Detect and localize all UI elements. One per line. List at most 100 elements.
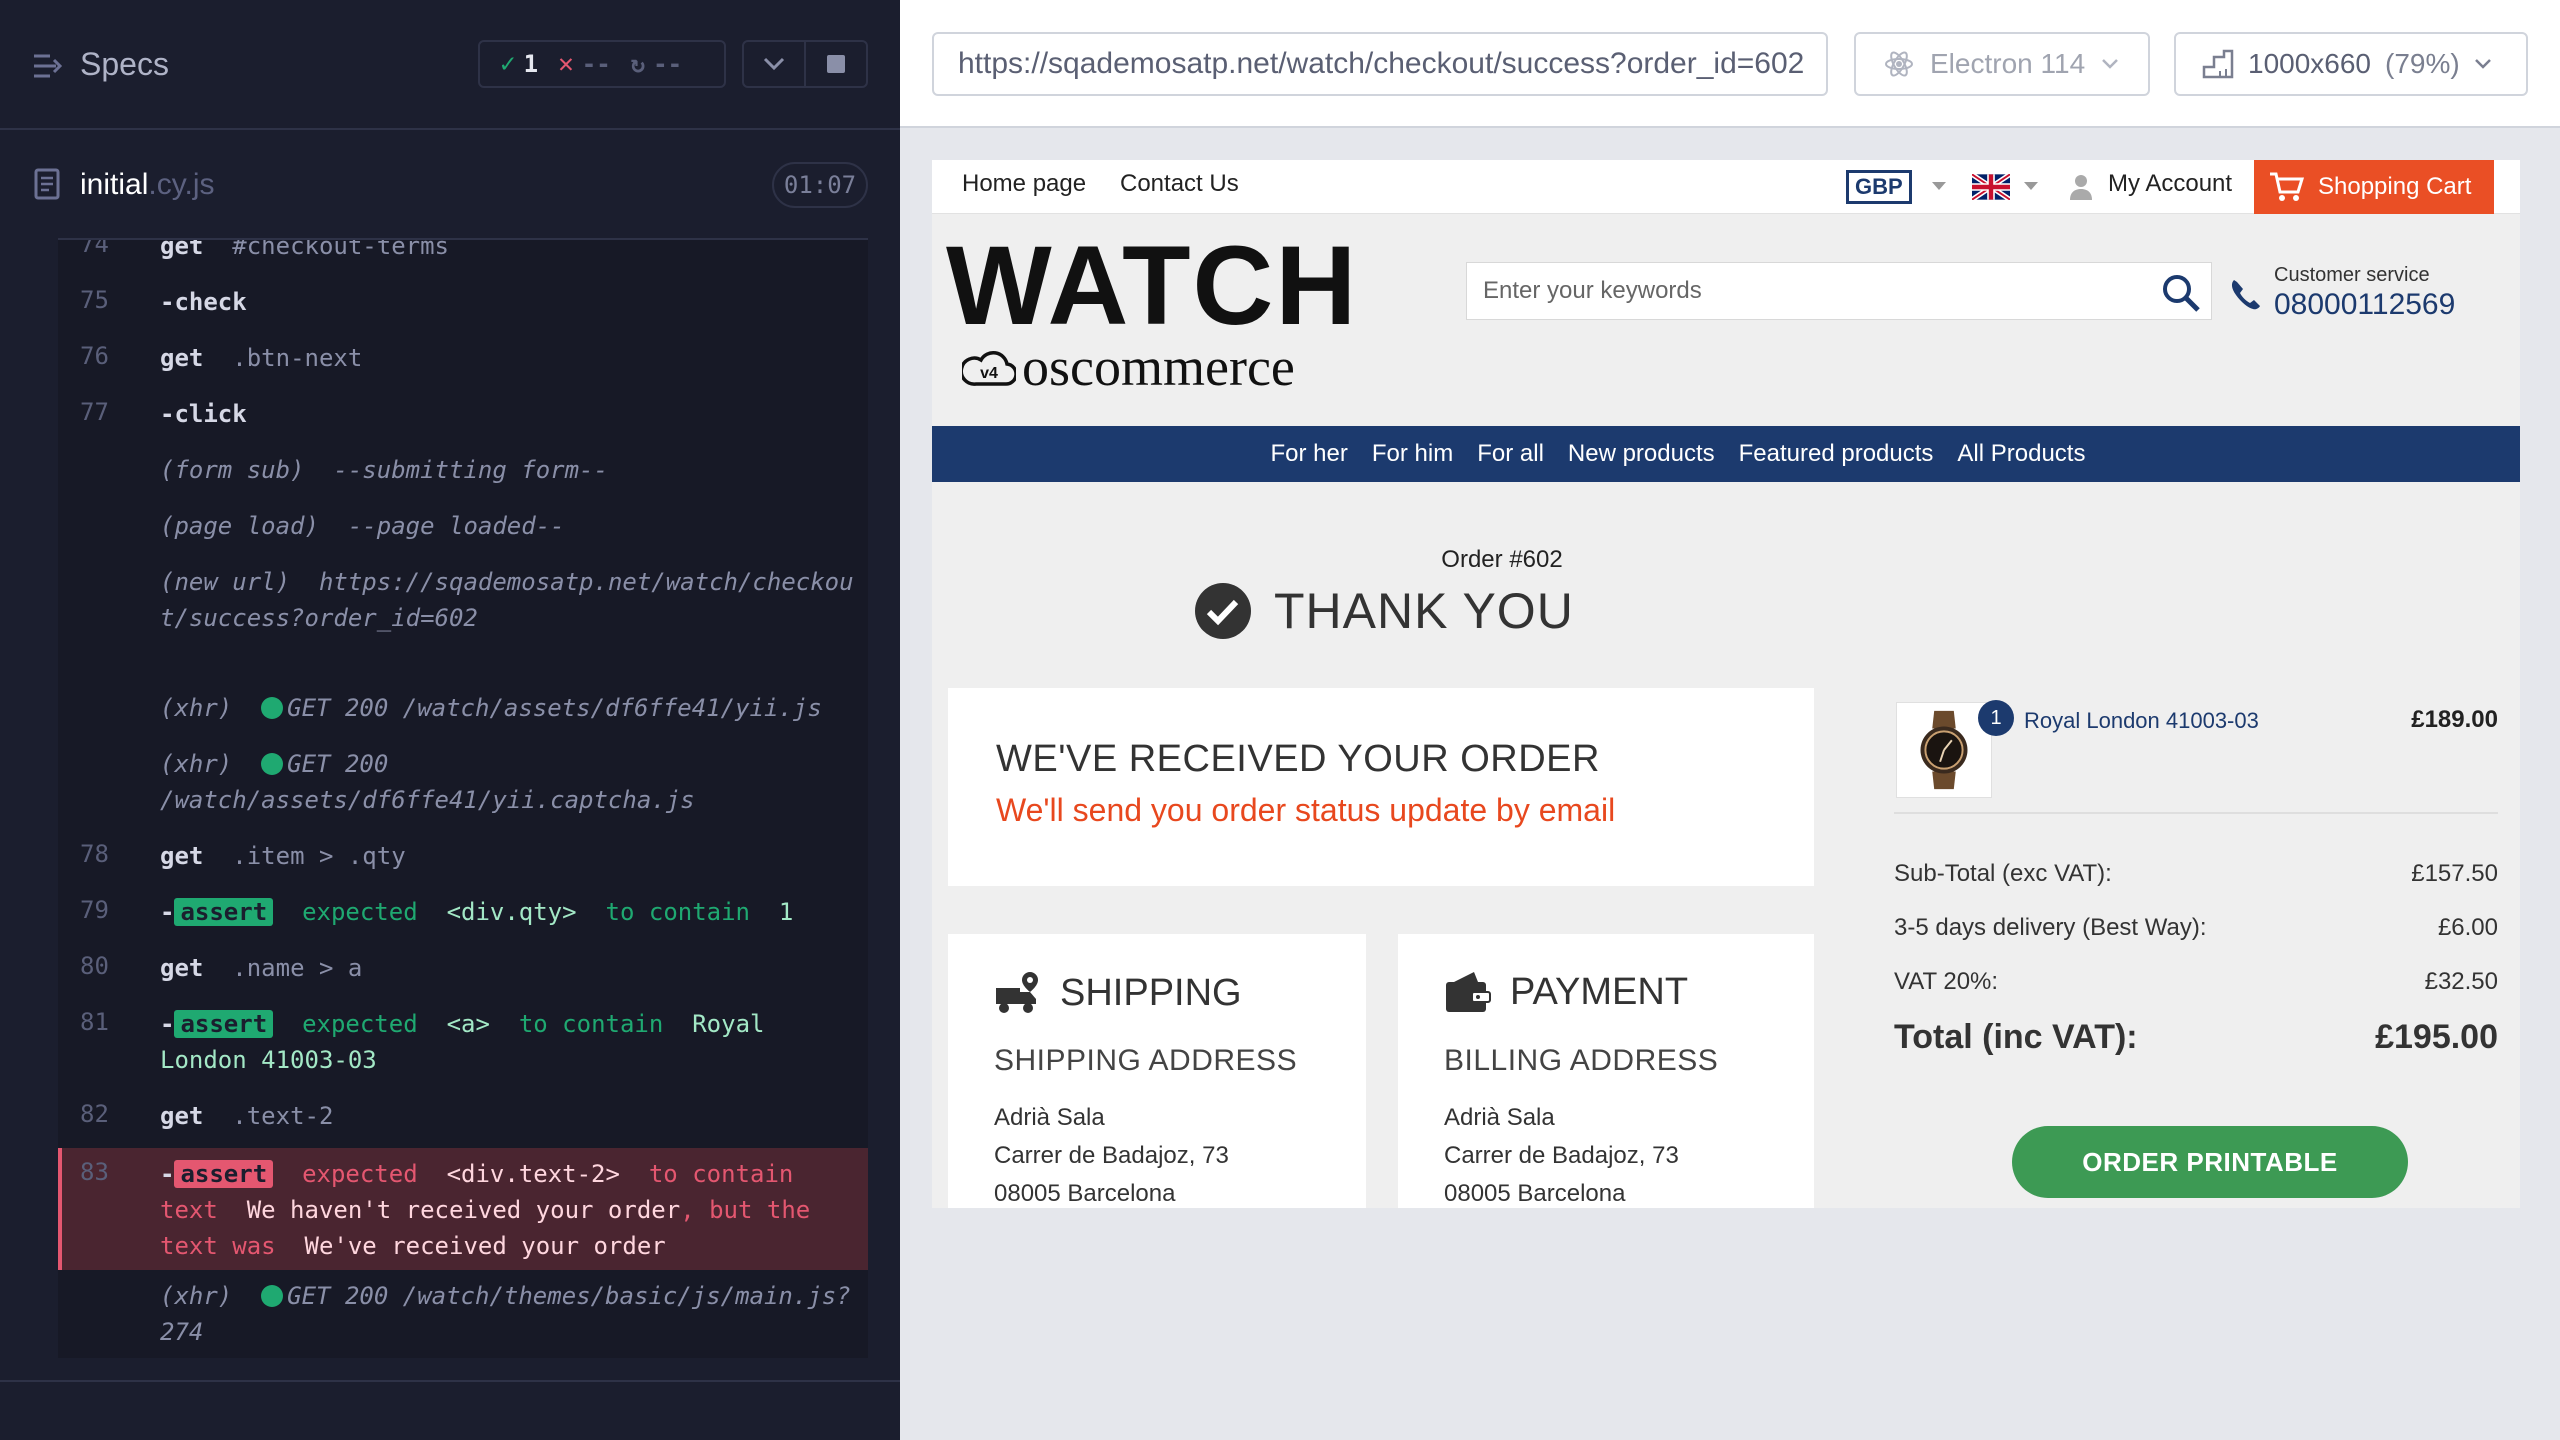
shipping-card: SHIPPING SHIPPING ADDRESS Adrià Sala Car… — [948, 934, 1366, 1208]
total-value: £195.00 — [2375, 1018, 2498, 1056]
status-dot-icon — [261, 1285, 284, 1307]
passed-stat: ✓ 1 — [500, 49, 538, 79]
stop-button[interactable] — [804, 42, 866, 86]
command-number: 80 — [80, 952, 109, 980]
spec-file-name: initial.cy.js — [80, 168, 214, 202]
assert-value: 1 — [778, 898, 794, 926]
assert-subject: <div.qty> — [446, 898, 577, 926]
summary-value: £6.00 — [2437, 914, 2498, 941]
chevron-down-icon — [2102, 59, 2119, 69]
specs-title[interactable]: Specs — [80, 46, 169, 83]
browser-name: Electron 114 — [1930, 48, 2086, 79]
uk-flag-icon[interactable] — [1972, 174, 2010, 200]
customer-service-phone[interactable]: 08000112569 — [2274, 288, 2455, 322]
billing-name: Adrià Sala — [1444, 1104, 1555, 1131]
command-row[interactable]: 82 get .text-2 — [58, 1100, 868, 1140]
command-number: 82 — [80, 1100, 109, 1128]
assert-subject: <a> — [446, 1010, 490, 1038]
logo-subtext: oscommerce — [1022, 337, 1295, 397]
xhr-row[interactable]: (xhr) GET 200 /watch/assets/df6ffe41/yii… — [58, 748, 868, 824]
specs-menu-icon[interactable] — [32, 52, 62, 80]
chevron-down-icon — [2024, 182, 2038, 190]
event-row[interactable]: (new url) https://sqademosatp.net/watch/… — [58, 566, 868, 676]
command-name: get — [160, 954, 204, 982]
assert-row[interactable]: 81 - assert expected <a> to contain Royal… — [58, 1008, 868, 1084]
thank-you-heading: THANK YOU — [1194, 578, 1574, 644]
xhr-row[interactable]: (xhr) GET 200 /watch/themes/basic/js/mai… — [58, 1280, 868, 1356]
command-row[interactable]: 77 -click — [58, 398, 868, 438]
menu-item-for-all[interactable]: For all — [1477, 440, 1544, 468]
currency-selector[interactable]: GBP — [1846, 170, 1912, 204]
failed-assert-row[interactable]: 83 - assert expected <div.text-2> to cont… — [58, 1148, 868, 1270]
command-row[interactable]: 75 -check — [58, 286, 868, 326]
failed-stat: ✕ -- — [558, 49, 611, 79]
menu-item-for-him[interactable]: For him — [1372, 440, 1453, 468]
shipping-city: 08005 Barcelona — [994, 1180, 1176, 1207]
chevron-down-icon — [763, 57, 785, 71]
assert-text: expected — [302, 898, 418, 926]
order-printable-button[interactable]: ORDER PRINTABLE — [2012, 1126, 2408, 1198]
assert-actual: We've received your order — [304, 1232, 666, 1260]
command-name: get — [160, 842, 204, 870]
home-page-link[interactable]: Home page — [962, 170, 1086, 198]
command-name: -click — [160, 400, 247, 428]
command-row[interactable]: 80 get .name > a — [58, 952, 868, 992]
command-name: -check — [160, 288, 247, 316]
assert-text: to contain — [518, 1010, 664, 1038]
command-row[interactable]: 74 get #checkout-terms — [58, 238, 868, 270]
shopping-cart-button[interactable]: Shopping Cart — [2254, 160, 2494, 214]
command-name: get — [160, 1102, 204, 1130]
command-row[interactable]: 76 get .btn-next — [58, 342, 868, 382]
command-number: 76 — [80, 342, 109, 370]
assert-expected: We haven't received your order — [246, 1196, 681, 1224]
event-row[interactable]: (page load) --page loaded-- — [58, 510, 868, 550]
assert-row[interactable]: 79 - assert expected <div.qty> to contain… — [58, 896, 868, 936]
menu-item-all-products[interactable]: All Products — [1957, 440, 2085, 468]
passed-count: 1 — [523, 50, 539, 78]
collapse-button[interactable] — [744, 42, 804, 86]
command-name: get — [160, 344, 204, 372]
viewport-selector[interactable]: 1000x660 (79%) — [2174, 32, 2528, 96]
billing-street: Carrer de Badajoz, 73 — [1444, 1142, 1679, 1169]
reporter-header: Specs ✓ 1 ✕ -- ↻ -- — [0, 0, 900, 130]
menu-item-new-products[interactable]: New products — [1568, 440, 1715, 468]
summary-row: 3-5 days delivery (Best Way): £6.00 — [1894, 914, 2498, 942]
search-placeholder: Enter your keywords — [1483, 277, 1702, 304]
my-account-link[interactable]: My Account — [2108, 170, 2232, 198]
spec-file-row[interactable]: initial.cy.js 01:07 — [0, 150, 900, 240]
x-icon: ✕ — [558, 49, 574, 79]
menu-item-for-her[interactable]: For her — [1271, 440, 1348, 468]
product-name-link[interactable]: Royal London 41003-03 — [2024, 708, 2259, 734]
summary-row: Sub-Total (exc VAT): £157.50 — [1894, 860, 2498, 888]
payment-heading: PAYMENT — [1444, 970, 1688, 1014]
command-log[interactable]: 74 get #checkout-terms 75 -check 76 get … — [58, 238, 868, 1358]
url-bar[interactable]: https://sqademosatp.net/watch/checkout/s… — [932, 32, 1828, 96]
command-arg: #checkout-terms — [232, 238, 450, 260]
event-row[interactable]: (form sub) --submitting form-- — [58, 454, 868, 494]
customer-service-label: Customer service — [2274, 264, 2430, 286]
chevron-down-icon — [2474, 59, 2491, 69]
summary-label: VAT 20%: — [1894, 968, 1999, 995]
menu-item-featured-products[interactable]: Featured products — [1739, 440, 1934, 468]
assert-badge: assert — [174, 898, 274, 926]
command-arg: .text-2 — [232, 1102, 334, 1130]
summary-label: Sub-Total (exc VAT): — [1894, 860, 2112, 887]
search-input[interactable]: Enter your keywords — [1466, 262, 2212, 320]
command-number: 79 — [80, 896, 109, 924]
payment-card: PAYMENT BILLING ADDRESS Adrià Sala Carre… — [1398, 934, 1814, 1208]
assert-text: expected — [302, 1160, 418, 1188]
contact-us-link[interactable]: Contact Us — [1120, 170, 1239, 198]
logo-text[interactable]: WATCH — [946, 230, 1358, 342]
event-type: (xhr) — [160, 1282, 233, 1310]
assert-badge: assert — [174, 1010, 274, 1038]
event-type: (xhr) — [160, 750, 233, 778]
viewport-scale: (79%) — [2385, 48, 2460, 79]
browser-selector[interactable]: Electron 114 — [1854, 32, 2150, 96]
search-icon[interactable] — [2161, 273, 2201, 313]
assert-badge: assert — [174, 1160, 274, 1188]
thank-you-text: THANK YOU — [1274, 583, 1574, 639]
command-row[interactable]: 78 get .item > .qty — [58, 840, 868, 880]
xhr-row[interactable]: (xhr) GET 200 /watch/assets/df6ffe41/yii… — [58, 692, 868, 732]
phone-icon — [2231, 280, 2260, 310]
pending-stat: ↻ -- — [631, 50, 682, 78]
